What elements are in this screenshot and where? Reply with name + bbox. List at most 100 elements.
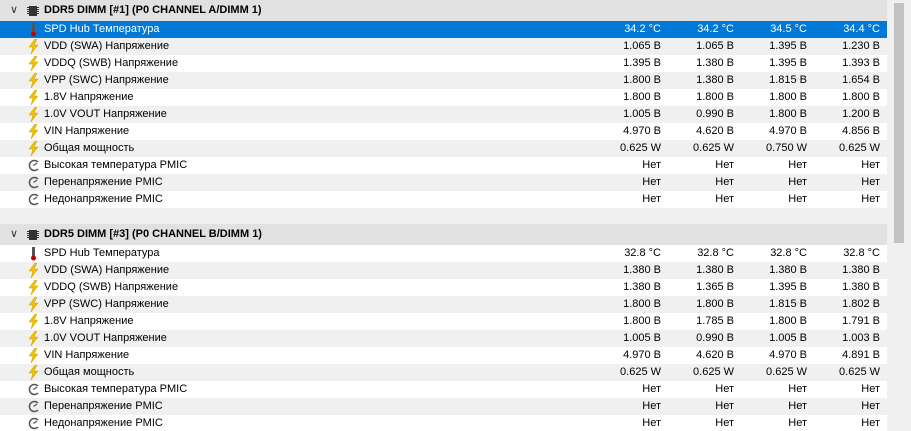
max-value: 1.800 В [769, 315, 807, 327]
sensor-row[interactable]: Недонапряжение PMIC Нет Нет Нет Нет [0, 191, 887, 208]
avg-value: 1.230 В [842, 40, 880, 52]
group-header[interactable]: ∨ DDR5 DIMM [#3] (P0 CHANNEL B/DIMM 1) [0, 224, 887, 245]
max-value: 1.800 В [769, 91, 807, 103]
gauge-icon [27, 191, 41, 208]
lightning-icon [27, 347, 41, 364]
current-value: 1.380 В [623, 264, 661, 276]
current-value: 1.005 В [623, 332, 661, 344]
sensor-label: Недонапряжение PMIC [44, 193, 163, 205]
sensor-row[interactable]: VIN Напряжение 4.970 В 4.620 В 4.970 В 4.891… [0, 347, 887, 364]
min-value: Нет [715, 176, 734, 188]
sensor-label: SPD Hub Температура [44, 247, 160, 259]
memory-chip-icon [27, 6, 39, 16]
sensor-label: VPP (SWC) Напряжение [44, 74, 169, 86]
avg-value: 4.856 В [842, 125, 880, 137]
group-spacer [0, 208, 887, 224]
sensor-label: 1.0V VOUT Напряжение [44, 332, 167, 344]
sensor-row[interactable]: VDD (SWA) Напряжение 1.380 В 1.380 В 1.380 … [0, 262, 887, 279]
sensor-row[interactable]: VPP (SWC) Напряжение 1.800 В 1.380 В 1.815 … [0, 72, 887, 89]
max-value: 1.800 В [769, 108, 807, 120]
sensor-row[interactable]: VIN Напряжение 4.970 В 4.620 В 4.970 В 4.856… [0, 123, 887, 140]
max-value: Нет [788, 193, 807, 205]
sensor-label: VIN Напряжение [44, 125, 130, 137]
max-value: Нет [788, 176, 807, 188]
min-value: 4.620 В [696, 349, 734, 361]
chevron-down-icon[interactable]: ∨ [7, 0, 21, 21]
sensor-row[interactable]: Общая мощность 0.625 W 0.625 W 0.625 W 0.625… [0, 364, 887, 381]
sensor-row[interactable]: Перенапряжение PMIC Нет Нет Нет Нет [0, 398, 887, 415]
lightning-icon [27, 89, 41, 106]
avg-value: 0.625 W [839, 142, 880, 154]
min-value: Нет [715, 383, 734, 395]
lightning-icon [27, 38, 41, 55]
gauge-icon [27, 381, 41, 398]
sensor-row[interactable]: 1.0V VOUT Напряжение 1.005 В 0.990 В 1.800 … [0, 106, 887, 123]
max-value: 4.970 В [769, 125, 807, 137]
lightning-icon [27, 123, 41, 140]
avg-value: 32.8 °C [843, 247, 880, 259]
sensor-row[interactable]: Недонапряжение PMIC Нет Нет Нет Нет [0, 415, 887, 431]
min-value: 1.785 В [696, 315, 734, 327]
max-value: 1.380 В [769, 264, 807, 276]
sensor-row[interactable]: VDDQ (SWB) Напряжение 1.380 В 1.365 В 1.395… [0, 279, 887, 296]
current-value: Нет [642, 417, 661, 429]
lightning-icon [27, 72, 41, 89]
max-value: 1.395 В [769, 57, 807, 69]
lightning-icon [27, 140, 41, 157]
avg-value: 34.4 °C [843, 23, 880, 35]
current-value: Нет [642, 400, 661, 412]
max-value: Нет [788, 383, 807, 395]
avg-value: 1.200 В [842, 108, 880, 120]
avg-value: Нет [861, 193, 880, 205]
sensor-label: VDD (SWA) Напряжение [44, 264, 170, 276]
group-title: DDR5 DIMM [#3] (P0 CHANNEL B/DIMM 1) [44, 228, 262, 240]
vertical-scrollbar[interactable] [887, 0, 911, 431]
min-value: 0.990 В [696, 108, 734, 120]
min-value: 1.065 В [696, 40, 734, 52]
sensor-row[interactable]: 1.8V Напряжение 1.800 В 1.800 В 1.800 В 1.80… [0, 89, 887, 106]
sensor-row[interactable]: 1.8V Напряжение 1.800 В 1.785 В 1.800 В 1.79… [0, 313, 887, 330]
avg-value: Нет [861, 383, 880, 395]
current-value: 1.380 В [623, 281, 661, 293]
sensor-row[interactable]: 1.0V VOUT Напряжение 1.005 В 0.990 В 1.005 … [0, 330, 887, 347]
scrollbar-thumb[interactable] [894, 3, 904, 243]
sensor-row[interactable]: SPD Hub Температура 32.8 °C 32.8 °C 32.8 °C… [0, 245, 887, 262]
lightning-icon [27, 106, 41, 123]
sensor-row[interactable]: VPP (SWC) Напряжение 1.800 В 1.800 В 1.815 … [0, 296, 887, 313]
current-value: 1.800 В [623, 315, 661, 327]
lightning-icon [27, 55, 41, 72]
gauge-icon [27, 157, 41, 174]
lightning-icon [27, 262, 41, 279]
sensor-label: 1.8V Напряжение [44, 315, 134, 327]
sensor-row[interactable]: Высокая температура PMIC Нет Нет Нет Нет [0, 381, 887, 398]
sensor-row[interactable]: Перенапряжение PMIC Нет Нет Нет Нет [0, 174, 887, 191]
avg-value: 1.003 В [842, 332, 880, 344]
sensor-label: Общая мощность [44, 366, 135, 378]
sensor-row[interactable]: Общая мощность 0.625 W 0.625 W 0.750 W 0.625… [0, 140, 887, 157]
current-value: 1.800 В [623, 298, 661, 310]
gauge-icon [27, 398, 41, 415]
group-title: DDR5 DIMM [#1] (P0 CHANNEL A/DIMM 1) [44, 4, 262, 16]
current-value: 1.005 В [623, 108, 661, 120]
current-value: 0.625 W [620, 142, 661, 154]
lightning-icon [27, 279, 41, 296]
current-value: 4.970 В [623, 349, 661, 361]
sensor-row[interactable]: Высокая температура PMIC Нет Нет Нет Нет [0, 157, 887, 174]
current-value: 34.2 °C [624, 23, 661, 35]
sensor-label: Недонапряжение PMIC [44, 417, 163, 429]
group-header[interactable]: ∨ DDR5 DIMM [#1] (P0 CHANNEL A/DIMM 1) [0, 0, 887, 21]
sensor-label: VDDQ (SWB) Напряжение [44, 57, 179, 69]
current-value: Нет [642, 176, 661, 188]
max-value: 1.005 В [769, 332, 807, 344]
sensor-label: VDD (SWA) Напряжение [44, 40, 170, 52]
sensor-label: Высокая температура PMIC [44, 159, 188, 171]
sensor-row[interactable]: VDDQ (SWB) Напряжение 1.395 В 1.380 В 1.395… [0, 55, 887, 72]
avg-value: 1.802 В [842, 298, 880, 310]
chevron-down-icon[interactable]: ∨ [7, 224, 21, 245]
max-value: Нет [788, 400, 807, 412]
min-value: 1.365 В [696, 281, 734, 293]
sensor-row[interactable]: VDD (SWA) Напряжение 1.065 В 1.065 В 1.395 … [0, 38, 887, 55]
sensor-row[interactable]: SPD Hub Температура 34.2 °C 34.2 °C 34.5 °C… [0, 21, 887, 38]
avg-value: 1.654 В [842, 74, 880, 86]
avg-value: 1.393 В [842, 57, 880, 69]
